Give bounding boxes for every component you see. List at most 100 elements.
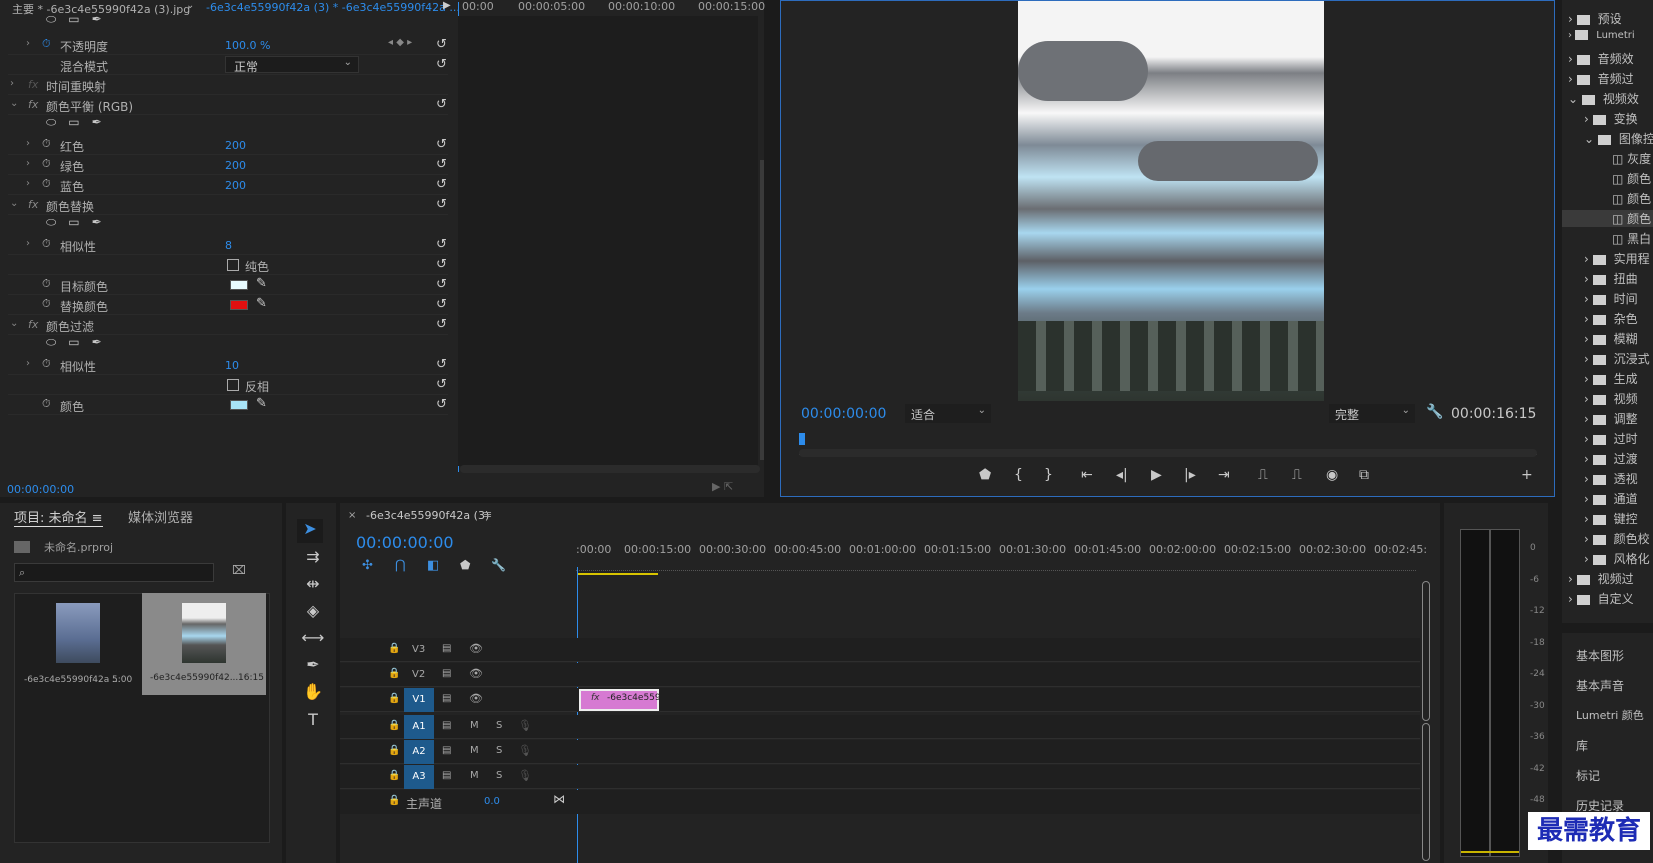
step-back-icon[interactable]: ◂| <box>1116 467 1128 483</box>
expand-icon[interactable]: › <box>26 358 30 369</box>
sync-lock-icon[interactable]: ▤ <box>442 643 451 654</box>
track-select-icon[interactable]: ⇉ <box>301 547 325 566</box>
effects-folder[interactable]: › 扭曲 <box>1584 270 1638 287</box>
play-only-icon[interactable]: ▶ <box>443 0 451 11</box>
reset-icon[interactable]: ↺ <box>436 277 447 292</box>
fx-icon[interactable]: fx <box>28 318 38 331</box>
effects-folder-audio-effects[interactable]: › 音频效 <box>1568 50 1634 67</box>
effects-folder[interactable]: › 视频过 <box>1568 570 1634 587</box>
effects-folder[interactable]: › 时间 <box>1584 290 1638 307</box>
reset-icon[interactable]: ↺ <box>436 317 447 332</box>
mark-out-icon[interactable]: } <box>1044 467 1053 483</box>
reset-icon[interactable]: ↺ <box>436 37 447 52</box>
effects-item[interactable]: ◫ 灰度 <box>1612 150 1651 167</box>
reset-icon[interactable]: ↺ <box>436 57 447 72</box>
sync-lock-icon[interactable]: ▤ <box>442 770 451 781</box>
effects-folder[interactable]: › 视频 <box>1584 390 1638 407</box>
reset-icon[interactable]: ↺ <box>436 357 447 372</box>
ellipse-mask-icon[interactable]: ⬭ <box>46 215 56 230</box>
sequence-tab[interactable]: -6e3c4e55990f42a (3) <box>366 509 489 522</box>
effects-folder[interactable]: › 实用程 <box>1584 250 1650 267</box>
pen-mask-icon[interactable]: ✒ <box>92 115 102 129</box>
keyframe-nav-icon[interactable]: ◂ ◆ ▸ <box>388 37 412 48</box>
master-volume[interactable]: 0.0 <box>484 796 500 807</box>
effects-folder-audio-transitions[interactable]: › 音频过 <box>1568 70 1634 87</box>
hand-icon[interactable]: ✋ <box>301 682 325 701</box>
video-clip[interactable]: fx -6e3c4e559 <box>579 689 661 711</box>
green-value[interactable]: 200 <box>225 159 246 172</box>
sync-lock-icon[interactable]: ▤ <box>442 745 451 756</box>
sync-lock-icon[interactable]: ▤ <box>442 720 451 731</box>
effects-folder[interactable]: › 调整 <box>1584 410 1638 427</box>
solo-button[interactable]: S <box>496 745 502 756</box>
close-icon[interactable]: × <box>348 510 356 521</box>
mic-icon[interactable]: 🎙 <box>518 744 532 757</box>
go-to-in-icon[interactable]: ⇤ <box>1081 467 1093 483</box>
effects-folder[interactable]: › 通道 <box>1584 490 1638 507</box>
red-value[interactable]: 200 <box>225 139 246 152</box>
expand-icon[interactable]: › <box>26 158 30 169</box>
effects-folder[interactable]: › 键控 <box>1584 510 1638 527</box>
scroll-handle[interactable] <box>799 449 1537 457</box>
mute-button[interactable]: M <box>470 770 479 781</box>
eye-icon[interactable]: 👁 <box>469 642 483 655</box>
ellipse-mask-icon[interactable]: ⬭ <box>46 335 56 350</box>
mark-in-icon[interactable]: { <box>1014 467 1023 483</box>
reset-icon[interactable]: ↺ <box>436 97 447 112</box>
eyedropper-icon[interactable]: ✎ <box>256 396 267 411</box>
effects-folder[interactable]: › 自定义 <box>1568 590 1634 607</box>
fx-icon[interactable]: fx <box>28 198 38 211</box>
lock-icon[interactable]: 🔒 <box>388 770 400 781</box>
insert-icon[interactable]: ◧ <box>427 558 439 573</box>
effects-folder[interactable]: › 风格化 <box>1584 550 1650 567</box>
linked-selection-icon[interactable]: ⋂ <box>395 558 406 573</box>
camera-icon[interactable]: ◉ <box>1326 467 1338 483</box>
expand-icon[interactable]: › <box>26 138 30 149</box>
effects-folder-video-effects[interactable]: ⌄ 视频效 <box>1568 90 1639 107</box>
pen-icon[interactable]: ✒ <box>301 655 325 674</box>
pen-mask-icon[interactable]: ✒ <box>92 335 102 349</box>
wrench-icon[interactable]: 🔧 <box>1426 404 1443 420</box>
playhead-marker[interactable] <box>799 433 805 445</box>
solo-button[interactable]: S <box>496 770 502 781</box>
track-label[interactable]: A2 <box>404 740 434 764</box>
reset-icon[interactable]: ↺ <box>436 397 447 412</box>
eye-icon[interactable]: 👁 <box>469 667 483 680</box>
snap-icon[interactable]: ✣ <box>362 558 373 573</box>
program-video-frame[interactable] <box>1018 1 1324 401</box>
new-bin-icon[interactable]: ⌧ <box>232 563 246 577</box>
timeline-ruler[interactable]: :00:00 00:00:15:00 00:00:30:00 00:00:45:… <box>576 543 1427 571</box>
collapse-icon[interactable]: ⌄ <box>10 198 18 209</box>
effects-item[interactable]: ◫ 颜色 <box>1612 170 1651 187</box>
reset-icon[interactable]: ↺ <box>436 257 447 272</box>
stopwatch-icon[interactable]: ⏱ <box>42 357 51 371</box>
effects-folder[interactable]: › 杂色 <box>1584 310 1638 327</box>
panel-tab-essential-sound[interactable]: 基本声音 <box>1576 677 1624 694</box>
lock-icon[interactable]: 🔒 <box>388 720 400 731</box>
effects-item[interactable]: ◫ 颜色 <box>1612 190 1651 207</box>
vertical-scroll-handle[interactable] <box>1422 723 1430 861</box>
timeline-timecode[interactable]: 00:00:00:00 <box>356 533 454 552</box>
fx-icon[interactable]: fx <box>28 98 38 111</box>
stopwatch-icon[interactable]: ⏱ <box>42 37 51 51</box>
panel-tab-essential-graphics[interactable]: 基本图形 <box>1576 647 1624 664</box>
sync-lock-icon[interactable]: ▤ <box>442 693 451 704</box>
expand-icon[interactable]: › <box>10 78 14 89</box>
stopwatch-icon[interactable]: ⏱ <box>42 397 51 411</box>
stopwatch-icon[interactable]: ⏱ <box>42 237 51 251</box>
compare-icon[interactable]: ⧉ <box>1359 467 1369 483</box>
blue-value[interactable]: 200 <box>225 179 246 192</box>
ripple-edit-icon[interactable]: ⇹ <box>301 574 325 593</box>
similarity-value[interactable]: 8 <box>225 239 232 252</box>
go-to-out-icon[interactable]: ⇥ <box>1218 467 1230 483</box>
similarity2-value[interactable]: 10 <box>225 359 239 372</box>
marker-icon[interactable]: ⬟ <box>979 467 991 483</box>
menu-icon[interactable]: ≡ <box>92 511 103 526</box>
search-input[interactable]: ⌕ <box>14 563 214 582</box>
effects-folder[interactable]: › 过渡 <box>1584 450 1638 467</box>
pen-mask-icon[interactable]: ✒ <box>92 215 102 229</box>
extract-icon[interactable]: ⎍ <box>1292 467 1302 483</box>
lock-icon[interactable]: 🔒 <box>388 795 400 806</box>
program-timecode[interactable]: 00:00:00:00 <box>801 406 886 422</box>
invert-checkbox[interactable] <box>227 379 239 391</box>
